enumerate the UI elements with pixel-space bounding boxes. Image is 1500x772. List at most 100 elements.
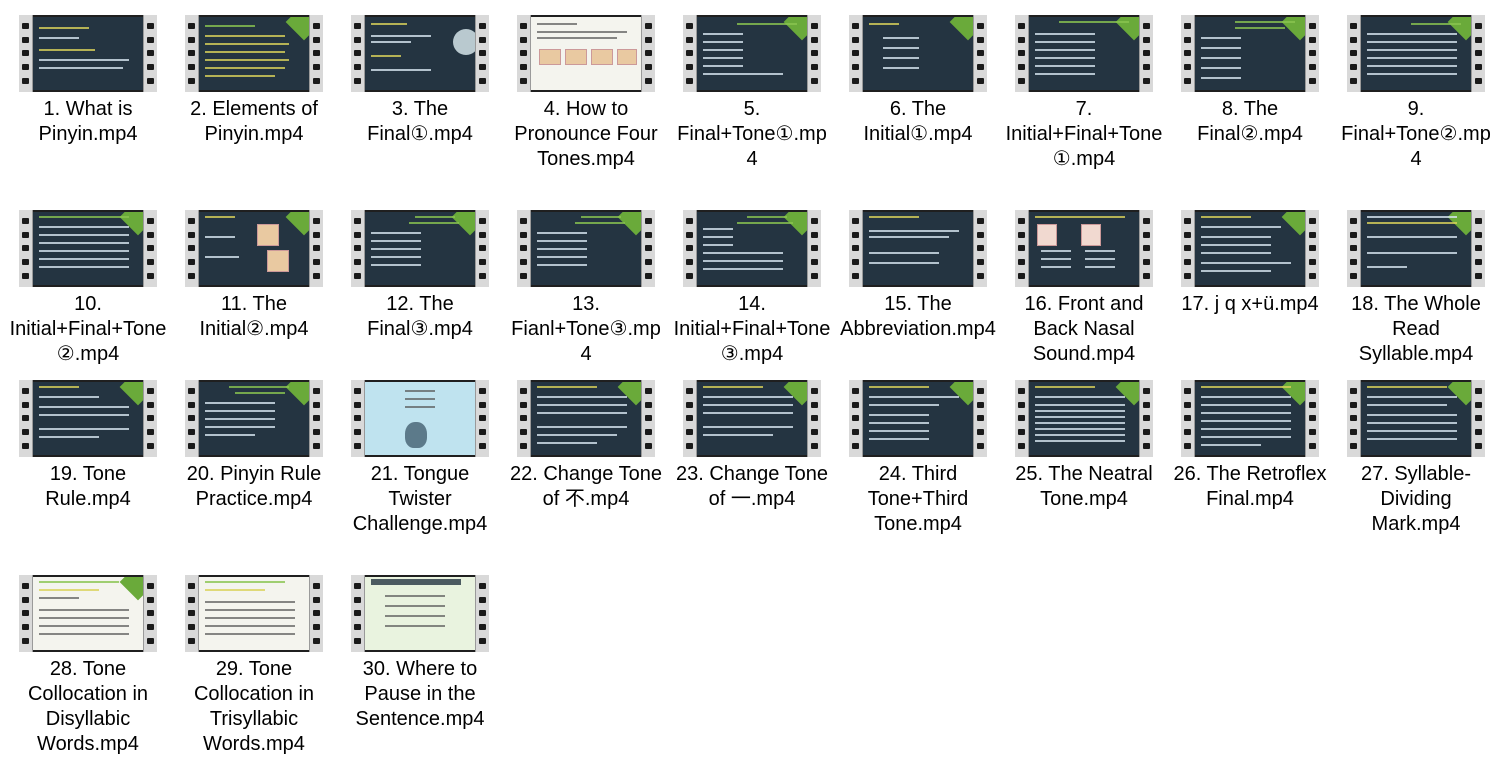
video-thumbnail[interactable] <box>683 380 821 457</box>
video-file-item[interactable]: 2. Elements of Pinyin.mp4 <box>174 15 334 147</box>
video-thumbnail[interactable] <box>185 15 323 92</box>
video-thumbnail[interactable] <box>683 15 821 92</box>
file-name[interactable]: 30. Where to Pause in the Sentence.mp4 <box>340 657 500 732</box>
file-name[interactable]: 17. j q x+ü.mp4 <box>1170 292 1330 317</box>
video-thumbnail[interactable] <box>185 210 323 287</box>
file-name[interactable]: 29. Tone Collocation in Trisyllabic Word… <box>174 657 334 757</box>
video-file-item[interactable]: 17. j q x+ü.mp4 <box>1170 210 1330 317</box>
file-name[interactable]: 19. Tone Rule.mp4 <box>8 462 168 512</box>
video-file-item[interactable]: 23. Change Tone of 一.mp4 <box>672 380 832 512</box>
video-thumbnail[interactable] <box>849 210 987 287</box>
video-thumbnail[interactable] <box>19 210 157 287</box>
file-name[interactable]: 9. Final+Tone②.mp4 <box>1336 97 1496 172</box>
film-strip <box>475 210 489 287</box>
video-thumbnail[interactable] <box>351 575 489 652</box>
video-file-item[interactable]: 28. Tone Collocation in Disyllabic Words… <box>8 575 168 757</box>
video-file-item[interactable]: 1. What is Pinyin.mp4 <box>8 15 168 147</box>
file-name[interactable]: 25. The Neatral Tone.mp4 <box>1004 462 1164 512</box>
video-file-item[interactable]: 12. The Final③.mp4 <box>340 210 500 342</box>
file-name[interactable]: 2. Elements of Pinyin.mp4 <box>174 97 334 147</box>
file-name[interactable]: 26. The Retroflex Final.mp4 <box>1170 462 1330 512</box>
file-name[interactable]: 8. The Final②.mp4 <box>1170 97 1330 147</box>
film-strip <box>973 380 987 457</box>
video-thumbnail[interactable] <box>683 210 821 287</box>
video-thumbnail[interactable] <box>351 15 489 92</box>
video-file-item[interactable]: 8. The Final②.mp4 <box>1170 15 1330 147</box>
video-file-item[interactable]: 21. Tongue Twister Challenge.mp4 <box>340 380 500 537</box>
video-file-item[interactable]: 19. Tone Rule.mp4 <box>8 380 168 512</box>
file-name[interactable]: 12. The Final③.mp4 <box>340 292 500 342</box>
video-thumbnail[interactable] <box>351 380 489 457</box>
video-thumbnail[interactable] <box>1015 15 1153 92</box>
video-thumbnail[interactable] <box>185 575 323 652</box>
video-thumbnail[interactable] <box>1181 15 1319 92</box>
file-name[interactable]: 21. Tongue Twister Challenge.mp4 <box>340 462 500 537</box>
video-file-item[interactable]: 10. Initial+Final+Tone②.mp4 <box>8 210 168 367</box>
video-thumbnail[interactable] <box>517 380 655 457</box>
file-name[interactable]: 5. Final+Tone①.mp4 <box>672 97 832 172</box>
slide-preview <box>697 17 807 90</box>
file-name[interactable]: 1. What is Pinyin.mp4 <box>8 97 168 147</box>
video-thumbnail[interactable] <box>19 15 157 92</box>
video-file-item[interactable]: 29. Tone Collocation in Trisyllabic Word… <box>174 575 334 757</box>
video-file-item[interactable]: 26. The Retroflex Final.mp4 <box>1170 380 1330 512</box>
video-thumbnail[interactable] <box>19 575 157 652</box>
video-file-item[interactable]: 25. The Neatral Tone.mp4 <box>1004 380 1164 512</box>
video-thumbnail[interactable] <box>1015 210 1153 287</box>
file-name[interactable]: 20. Pinyin Rule Practice.mp4 <box>174 462 334 512</box>
file-name[interactable]: 16. Front and Back Nasal Sound.mp4 <box>1004 292 1164 367</box>
file-name[interactable]: 23. Change Tone of 一.mp4 <box>672 462 832 512</box>
video-file-item[interactable]: 15. The Abbreviation.mp4 <box>838 210 998 342</box>
video-file-item[interactable]: 13. Fianl+Tone③.mp4 <box>506 210 666 367</box>
file-name[interactable]: 3. The Final①.mp4 <box>340 97 500 147</box>
file-name[interactable]: 13. Fianl+Tone③.mp4 <box>506 292 666 367</box>
video-file-item[interactable]: 7. Initial+Final+Tone①.mp4 <box>1004 15 1164 172</box>
film-strip <box>1139 210 1153 287</box>
video-file-item[interactable]: 24. Third Tone+Third Tone.mp4 <box>838 380 998 537</box>
file-name[interactable]: 7. Initial+Final+Tone①.mp4 <box>1004 97 1164 172</box>
slide-preview <box>1361 212 1471 285</box>
video-thumbnail[interactable] <box>185 380 323 457</box>
file-name[interactable]: 27. Syllable-Dividing Mark.mp4 <box>1336 462 1496 537</box>
video-thumbnail[interactable] <box>351 210 489 287</box>
file-name[interactable]: 6. The Initial①.mp4 <box>838 97 998 147</box>
video-thumbnail[interactable] <box>1181 380 1319 457</box>
file-name[interactable]: 10. Initial+Final+Tone②.mp4 <box>8 292 168 367</box>
video-thumbnail[interactable] <box>19 380 157 457</box>
slide-preview <box>863 17 973 90</box>
video-file-item[interactable]: 30. Where to Pause in the Sentence.mp4 <box>340 575 500 732</box>
video-file-item[interactable]: 9. Final+Tone②.mp4 <box>1336 15 1496 172</box>
video-file-item[interactable]: 3. The Final①.mp4 <box>340 15 500 147</box>
video-thumbnail[interactable] <box>849 15 987 92</box>
video-file-item[interactable]: 5. Final+Tone①.mp4 <box>672 15 832 172</box>
file-name[interactable]: 14. Initial+Final+Tone③.mp4 <box>672 292 832 367</box>
film-strip <box>185 15 199 92</box>
video-thumbnail[interactable] <box>849 380 987 457</box>
film-strip <box>1471 380 1485 457</box>
video-thumbnail[interactable] <box>517 15 655 92</box>
file-name[interactable]: 18. The Whole Read Syllable.mp4 <box>1336 292 1496 367</box>
video-file-item[interactable]: 18. The Whole Read Syllable.mp4 <box>1336 210 1496 367</box>
video-thumbnail[interactable] <box>1347 15 1485 92</box>
file-name[interactable]: 28. Tone Collocation in Disyllabic Words… <box>8 657 168 757</box>
video-file-item[interactable]: 11. The Initial②.mp4 <box>174 210 334 342</box>
video-file-item[interactable]: 6. The Initial①.mp4 <box>838 15 998 147</box>
video-file-item[interactable]: 4. How to Pronounce Four Tones.mp4 <box>506 15 666 172</box>
video-file-item[interactable]: 27. Syllable-Dividing Mark.mp4 <box>1336 380 1496 537</box>
file-name[interactable]: 15. The Abbreviation.mp4 <box>838 292 998 342</box>
video-thumbnail[interactable] <box>1347 210 1485 287</box>
file-name[interactable]: 22. Change Tone of 不.mp4 <box>506 462 666 512</box>
file-name[interactable]: 11. The Initial②.mp4 <box>174 292 334 342</box>
video-file-item[interactable]: 20. Pinyin Rule Practice.mp4 <box>174 380 334 512</box>
film-strip <box>849 210 863 287</box>
video-file-item[interactable]: 16. Front and Back Nasal Sound.mp4 <box>1004 210 1164 367</box>
file-name[interactable]: 4. How to Pronounce Four Tones.mp4 <box>506 97 666 172</box>
video-thumbnail[interactable] <box>1347 380 1485 457</box>
film-strip <box>1471 15 1485 92</box>
video-file-item[interactable]: 22. Change Tone of 不.mp4 <box>506 380 666 512</box>
video-thumbnail[interactable] <box>1181 210 1319 287</box>
file-name[interactable]: 24. Third Tone+Third Tone.mp4 <box>838 462 998 537</box>
video-file-item[interactable]: 14. Initial+Final+Tone③.mp4 <box>672 210 832 367</box>
video-thumbnail[interactable] <box>1015 380 1153 457</box>
video-thumbnail[interactable] <box>517 210 655 287</box>
